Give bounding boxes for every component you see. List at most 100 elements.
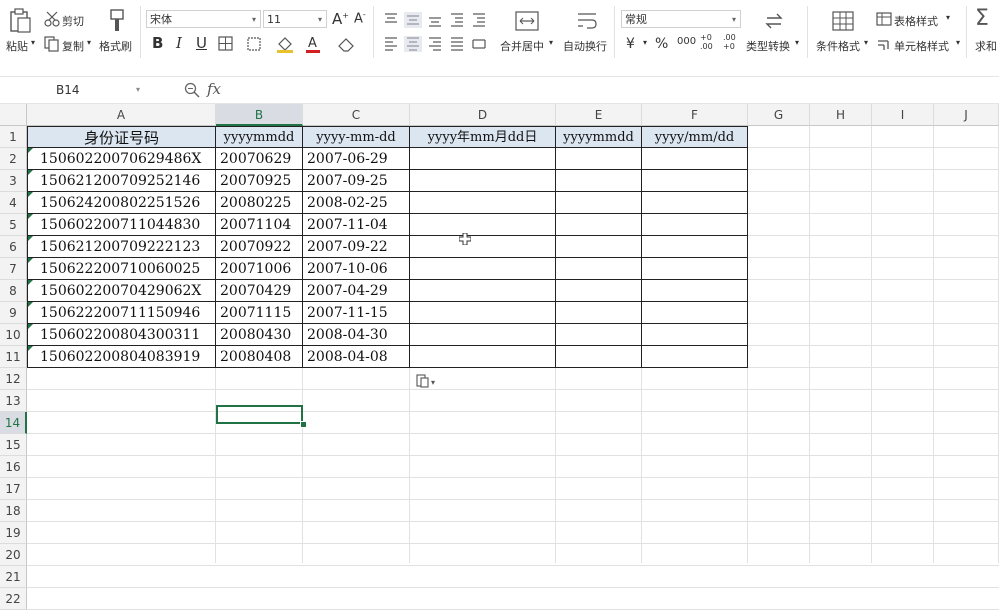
copy-button[interactable]: 复制 bbox=[62, 38, 84, 54]
cond-format-dropdown-icon[interactable]: ▾ bbox=[864, 38, 868, 47]
table-cell[interactable] bbox=[642, 258, 748, 280]
table-cell[interactable] bbox=[642, 346, 748, 368]
row-header-16[interactable]: 16 bbox=[0, 456, 27, 478]
table-cell[interactable]: 150621200709252146 bbox=[27, 170, 216, 192]
type-convert-dropdown-icon[interactable]: ▾ bbox=[795, 38, 799, 47]
horizontal-align-icons[interactable] bbox=[383, 36, 493, 52]
row-header-21[interactable]: 21 bbox=[0, 566, 27, 588]
sum-button[interactable]: 求和 bbox=[975, 38, 997, 54]
table-cell[interactable] bbox=[556, 346, 642, 368]
table-cell[interactable] bbox=[642, 148, 748, 170]
table-cell[interactable]: 2007-09-25 bbox=[303, 170, 410, 192]
border-icon[interactable] bbox=[218, 36, 234, 52]
table-cell[interactable]: 150621200709222123 bbox=[27, 236, 216, 258]
table-cell[interactable] bbox=[556, 170, 642, 192]
table-cell[interactable] bbox=[642, 280, 748, 302]
underline-icon[interactable]: U bbox=[196, 34, 207, 52]
row-header-8[interactable]: 8 bbox=[0, 280, 27, 302]
table-cell[interactable] bbox=[642, 324, 748, 346]
table-cell[interactable]: 2007-11-04 bbox=[303, 214, 410, 236]
row-header-9[interactable]: 9 bbox=[0, 302, 27, 324]
type-convert-button[interactable]: 类型转换 bbox=[746, 38, 790, 54]
table-cell[interactable] bbox=[556, 324, 642, 346]
type-convert-icon[interactable] bbox=[763, 10, 785, 32]
column-header-c[interactable]: C bbox=[303, 104, 410, 126]
table-cell[interactable] bbox=[410, 346, 556, 368]
cell-style-icon[interactable] bbox=[247, 36, 263, 52]
row-header-12[interactable]: 12 bbox=[0, 368, 27, 390]
table-cell[interactable]: 2007-10-06 bbox=[303, 258, 410, 280]
table-cell[interactable] bbox=[556, 236, 642, 258]
row-header-13[interactable]: 13 bbox=[0, 390, 27, 412]
table-cell[interactable]: 20071006 bbox=[216, 258, 303, 280]
column-header-e[interactable]: E bbox=[556, 104, 642, 126]
wrap-text-icon[interactable] bbox=[575, 10, 599, 32]
table-style-icon[interactable] bbox=[876, 12, 892, 26]
decrease-decimal-button[interactable]: .00 +0 bbox=[723, 33, 739, 51]
table-cell[interactable] bbox=[410, 280, 556, 302]
merge-center-icon[interactable] bbox=[514, 10, 540, 32]
table-cell[interactable] bbox=[556, 280, 642, 302]
conditional-format-icon[interactable] bbox=[831, 10, 855, 32]
paste-options-icon[interactable]: ▾ bbox=[416, 374, 438, 388]
format-painter-button[interactable]: 格式刷 bbox=[99, 38, 132, 54]
table-cell[interactable] bbox=[642, 214, 748, 236]
table-cell[interactable]: 20080408 bbox=[216, 346, 303, 368]
table-cell[interactable] bbox=[556, 258, 642, 280]
cell-styles-button[interactable]: 单元格样式 bbox=[894, 38, 949, 54]
column-header-d[interactable]: D bbox=[410, 104, 556, 126]
table-cell[interactable]: 150622200710060025 bbox=[27, 258, 216, 280]
percent-button[interactable]: % bbox=[655, 36, 668, 52]
fill-color-icon[interactable] bbox=[276, 35, 294, 53]
table-cell[interactable] bbox=[642, 170, 748, 192]
font-size-select[interactable]: 11 ▾ bbox=[263, 10, 327, 28]
table-cell[interactable]: 20080430 bbox=[216, 324, 303, 346]
column-header-b[interactable]: B bbox=[216, 104, 303, 126]
wrap-text-button[interactable]: 自动换行 bbox=[563, 38, 607, 54]
table-cell[interactable]: 15060220070429062X bbox=[27, 280, 216, 302]
table-cell[interactable]: 150622200711150946 bbox=[27, 302, 216, 324]
italic-icon[interactable]: I bbox=[176, 34, 182, 52]
active-cell-b14[interactable] bbox=[216, 405, 303, 424]
increase-decimal-button[interactable]: +0 .00 bbox=[700, 33, 716, 51]
row-header-15[interactable]: 15 bbox=[0, 434, 27, 456]
paste-dropdown-icon[interactable]: ▾ bbox=[31, 38, 35, 47]
sum-icon[interactable]: Σ bbox=[975, 6, 989, 31]
table-cell[interactable]: 150624200802251526 bbox=[27, 192, 216, 214]
table-cell[interactable] bbox=[642, 302, 748, 324]
row-header-6[interactable]: 6 bbox=[0, 236, 27, 258]
fill-handle[interactable] bbox=[300, 421, 307, 428]
table-cell[interactable] bbox=[410, 148, 556, 170]
table-header-cell[interactable]: yyyymmdd bbox=[216, 126, 303, 148]
table-cell[interactable] bbox=[410, 258, 556, 280]
conditional-format-button[interactable]: 条件格式 bbox=[816, 38, 860, 54]
table-cell[interactable]: 2008-04-08 bbox=[303, 346, 410, 368]
column-header-j[interactable]: J bbox=[934, 104, 999, 126]
column-header-g[interactable]: G bbox=[748, 104, 810, 126]
scissors-icon[interactable] bbox=[44, 11, 60, 27]
column-header-f[interactable]: F bbox=[642, 104, 748, 126]
table-header-cell[interactable]: yyyy-mm-dd bbox=[303, 126, 410, 148]
table-cell[interactable] bbox=[410, 192, 556, 214]
row-header-7[interactable]: 7 bbox=[0, 258, 27, 280]
table-cell[interactable]: 20071115 bbox=[216, 302, 303, 324]
cell-styles-icon[interactable] bbox=[876, 37, 892, 51]
table-cell[interactable] bbox=[410, 170, 556, 192]
table-cell[interactable] bbox=[410, 302, 556, 324]
table-cell[interactable] bbox=[556, 302, 642, 324]
table-cell[interactable]: 20070925 bbox=[216, 170, 303, 192]
table-style-dropdown-icon[interactable]: ▾ bbox=[946, 13, 950, 22]
merge-dropdown-icon[interactable]: ▾ bbox=[549, 38, 553, 47]
paste-button[interactable]: 粘贴 bbox=[6, 38, 28, 54]
table-cell[interactable] bbox=[410, 324, 556, 346]
row-header-19[interactable]: 19 bbox=[0, 522, 27, 544]
copy-dropdown-icon[interactable]: ▾ bbox=[87, 38, 91, 47]
table-header-cell[interactable]: yyyymmdd bbox=[556, 126, 642, 148]
row-header-3[interactable]: 3 bbox=[0, 170, 27, 192]
table-header-cell[interactable]: yyyy年mm月dd日 bbox=[410, 126, 556, 148]
row-header-14[interactable]: 14 bbox=[0, 412, 27, 434]
table-cell[interactable]: 15060220070629486X bbox=[27, 148, 216, 170]
table-cell[interactable] bbox=[642, 236, 748, 258]
fx-icon[interactable]: fx bbox=[207, 80, 221, 98]
table-style-button[interactable]: 表格样式 bbox=[894, 13, 938, 29]
